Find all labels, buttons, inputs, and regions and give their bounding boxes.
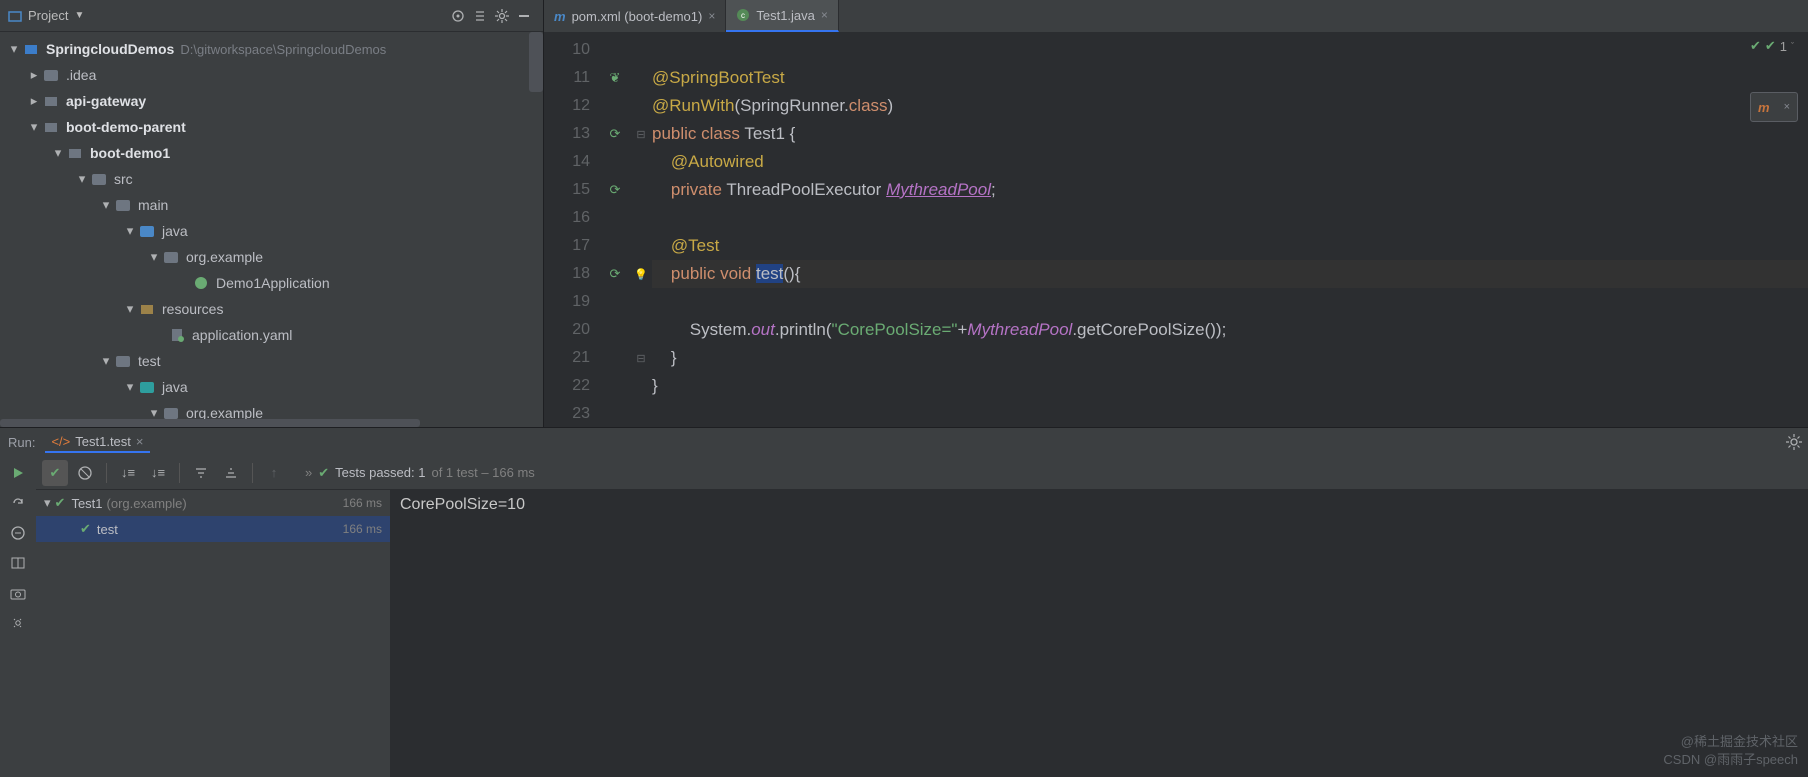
check-icon[interactable]: ✔ (42, 460, 68, 486)
toggle-icon[interactable] (7, 522, 29, 544)
layout-icon[interactable] (7, 552, 29, 574)
svg-text:c: c (741, 11, 745, 20)
tree-app-yaml[interactable]: application.yaml (0, 322, 543, 348)
run-panel: Run: </> Test1.test × ✔ (0, 427, 1808, 777)
locate-icon[interactable] (447, 5, 469, 27)
minimize-icon[interactable] (513, 5, 535, 27)
more-icon[interactable] (7, 612, 29, 634)
settings-icon[interactable] (1786, 434, 1802, 450)
tree-api-gateway[interactable]: ▸api-gateway (0, 88, 543, 114)
tab-pom[interactable]: m pom.xml (boot-demo1) × (544, 0, 726, 32)
close-icon[interactable]: × (708, 9, 715, 23)
close-icon[interactable]: × (821, 8, 828, 22)
close-icon[interactable]: × (136, 434, 144, 449)
settings-icon[interactable] (491, 5, 513, 27)
run-toolbar: ✔ ↓≡ ↓≡ ↑ » ✔ Tests passed: 1 of 1 test … (36, 456, 1808, 490)
tree-java2[interactable]: ▾java (0, 374, 543, 400)
scrollbar-v[interactable] (529, 32, 543, 92)
maven-icon: m (554, 9, 566, 24)
sort-icon-2[interactable]: ↓≡ (145, 460, 171, 486)
line-gutter: 1011121314151617181920212223 (544, 32, 600, 427)
run-tab-bar: Run: </> Test1.test × (0, 428, 1808, 456)
tree-idea[interactable]: ▸.idea (0, 62, 543, 88)
fold-gutter: ⊟ 💡 ⊟ (630, 32, 652, 427)
debug-rerun-icon[interactable] (7, 492, 29, 514)
stop-icon[interactable] (72, 460, 98, 486)
run-button[interactable] (7, 462, 29, 484)
run-config-tab[interactable]: </> Test1.test × (45, 432, 149, 453)
tree-boot-demo-parent[interactable]: ▾boot-demo-parent (0, 114, 543, 140)
test-method-row[interactable]: ✔ test 166 ms (36, 516, 390, 542)
watermark: @稀土掘金技术社区 CSDN @雨雨子speech (1663, 733, 1798, 769)
run-gutter-icon[interactable]: ⟳ (610, 126, 621, 142)
collapse-icon[interactable] (218, 460, 244, 486)
run-gutter-icon[interactable]: ⟳ (610, 266, 621, 282)
code-body[interactable]: @SpringBootTest @RunWith(SpringRunner.cl… (652, 32, 1808, 427)
editor-tabs: m pom.xml (boot-demo1) × c Test1.java × (544, 0, 1808, 32)
tree-boot-demo1[interactable]: ▾boot-demo1 (0, 140, 543, 166)
run-gutter-icon[interactable]: ⟳ (610, 182, 621, 198)
tab-test1[interactable]: c Test1.java × (726, 0, 839, 32)
console-line: CorePoolSize=10 (400, 496, 1798, 514)
tree-org-example[interactable]: ▾org.example (0, 244, 543, 270)
run-label: Run: (8, 435, 35, 450)
tree-demo1-app[interactable]: Demo1Application (0, 270, 543, 296)
console-output[interactable]: CorePoolSize=10 @稀土掘金技术社区 CSDN @雨雨子speec… (390, 490, 1808, 777)
tree-main[interactable]: ▾main (0, 192, 543, 218)
up-icon[interactable]: ↑ (261, 460, 287, 486)
sidebar-header: Project ▼ (0, 0, 543, 32)
tree-src[interactable]: ▾src (0, 166, 543, 192)
project-dropdown[interactable]: Project ▼ (8, 8, 84, 23)
collapse-all-icon[interactable] (469, 5, 491, 27)
project-sidebar: Project ▼ ▾ SpringcloudDemos D:\gitworks… (0, 0, 544, 427)
bulb-icon[interactable]: 💡 (634, 268, 648, 281)
spring-leaf-icon: ❦ (610, 70, 621, 86)
gutter-marks: ❦ ⟳ ⟳ ⟳ (600, 32, 630, 427)
run-left-toolbar (0, 456, 36, 777)
scrollbar-h[interactable] (0, 419, 420, 427)
test-icon: </> (51, 434, 70, 449)
tree-java[interactable]: ▾java (0, 218, 543, 244)
editor-pane: m pom.xml (boot-demo1) × c Test1.java × … (544, 0, 1808, 427)
maven-tool-icon[interactable]: m × (1750, 92, 1798, 122)
code-area[interactable]: 1011121314151617181920212223 ❦ ⟳ ⟳ ⟳ ⊟ 💡 (544, 32, 1808, 427)
test-tree: ▾ ✔ Test1 (org.example) 166 ms ✔ test 16… (36, 490, 390, 777)
expand-icon[interactable] (188, 460, 214, 486)
tree-root[interactable]: ▾ SpringcloudDemos D:\gitworkspace\Sprin… (0, 36, 543, 62)
inspection-indicator[interactable]: ✔✔1 ˇ (1750, 38, 1794, 54)
tree-test[interactable]: ▾test (0, 348, 543, 374)
test-class-row[interactable]: ▾ ✔ Test1 (org.example) 166 ms (36, 490, 390, 516)
project-tree: ▾ SpringcloudDemos D:\gitworkspace\Sprin… (0, 32, 543, 427)
sort-icon[interactable]: ↓≡ (115, 460, 141, 486)
tree-resources[interactable]: ▾resources (0, 296, 543, 322)
camera-icon[interactable] (7, 582, 29, 604)
java-class-icon: c (736, 8, 750, 22)
test-summary: » ✔ Tests passed: 1 of 1 test – 166 ms (305, 465, 535, 481)
